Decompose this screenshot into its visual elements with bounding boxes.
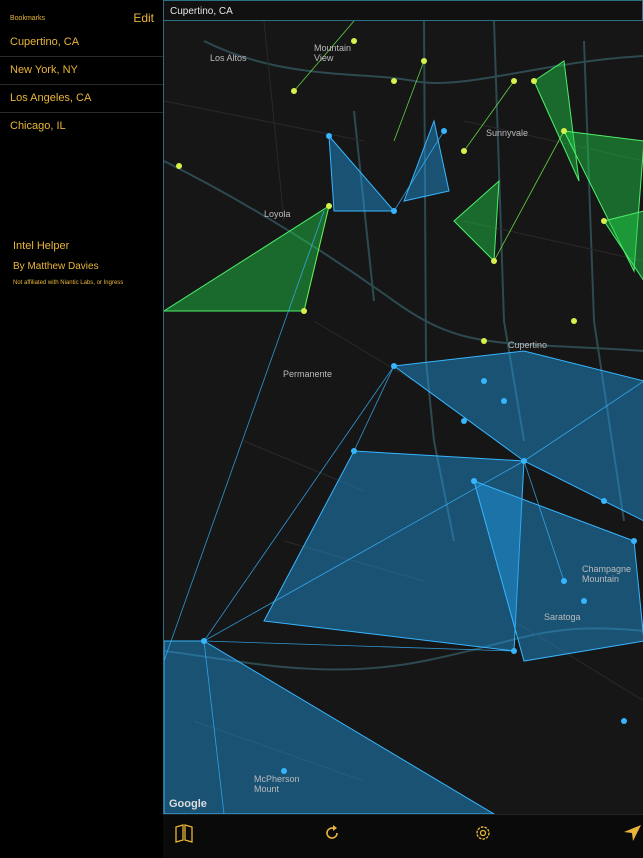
disclaimer-text: Not affiliated with Niantic Labs, or Ing… — [13, 280, 124, 286]
map-view[interactable]: Mountain View Los Altos Sunnyvale Loyola… — [163, 21, 643, 814]
bookmark-item[interactable]: Los Angeles, CA — [0, 85, 163, 113]
place-label: Permanente — [283, 369, 333, 379]
place-label: Los Altos — [210, 53, 247, 63]
map-canvas — [164, 21, 643, 814]
edit-button[interactable]: Edit — [133, 11, 154, 25]
bookmark-label: Los Angeles, CA — [10, 92, 92, 104]
sidebar-title: Bookmarks — [10, 15, 46, 22]
bookmarks-sidebar: Bookmarks Edit Cupertino, CA New York, N… — [0, 0, 163, 858]
sidebar-header: Bookmarks Edit — [0, 0, 163, 30]
google-attribution: Google — [169, 798, 207, 810]
search-input[interactable] — [168, 3, 632, 20]
bookmark-item[interactable]: Cupertino, CA — [0, 29, 163, 57]
settings-icon[interactable] — [472, 822, 494, 844]
bookmark-item[interactable]: New York, NY — [0, 57, 163, 85]
bookmark-label: Chicago, IL — [10, 120, 66, 132]
location-arrow-icon[interactable] — [621, 822, 643, 844]
search-bar — [163, 0, 643, 21]
bookmark-label: Cupertino, CA — [10, 36, 80, 48]
bookmark-item[interactable]: Chicago, IL — [0, 113, 163, 140]
map-panel: Mountain View Los Altos Sunnyvale Loyola… — [163, 0, 643, 858]
about-section: Intel Helper By Matthew Davies Not affil… — [13, 240, 123, 286]
place-label: Mountain View — [314, 43, 352, 63]
place-label: Saratoga — [544, 612, 581, 622]
bookmark-label: New York, NY — [10, 64, 78, 76]
app-name: Intel Helper — [13, 240, 70, 252]
enlightened-fields — [164, 60, 643, 312]
place-label: McPherson Mount — [254, 774, 300, 794]
place-label: Champagne Mountain — [582, 564, 632, 584]
place-label: Sunnyvale — [486, 128, 529, 138]
bookmark-list: Cupertino, CA New York, NY Los Angeles, … — [0, 29, 163, 140]
author-text: By Matthew Davies — [13, 261, 99, 272]
bottom-toolbar — [163, 814, 643, 858]
place-label: Loyola — [264, 209, 291, 219]
resistance-fields — [164, 119, 643, 814]
bookmarks-icon[interactable] — [173, 822, 195, 844]
place-label: Cupertino — [508, 340, 548, 350]
refresh-icon[interactable] — [321, 822, 343, 844]
